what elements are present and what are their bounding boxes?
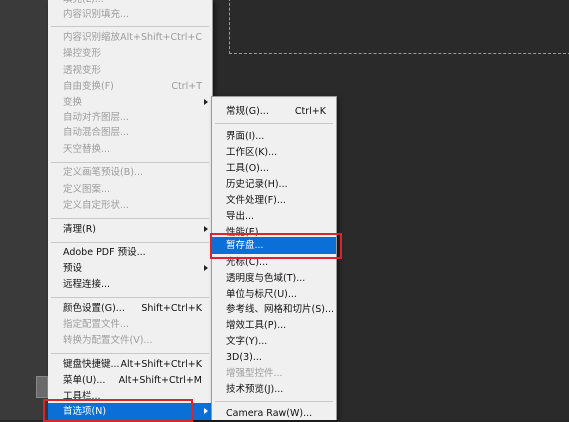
menu-item-define-pattern[interactable]: 定义图案...: [48, 181, 212, 198]
menu-item-puppet-warp[interactable]: 操控变形: [48, 45, 212, 62]
menu-item-adobe-pdf-presets[interactable]: Adobe PDF 预设...: [48, 244, 212, 261]
menu-separator: [51, 162, 209, 163]
edit-menu: 填充(L)... 内容识别填充... 内容识别缩放Alt+Shift+Ctrl+…: [48, 0, 213, 420]
submenu-item-technology-previews[interactable]: 技术预览(J)...: [212, 381, 336, 398]
menu-item-presets[interactable]: 预设: [48, 260, 212, 277]
menu-item-define-brush-preset[interactable]: 定义画笔预设(B)...: [48, 164, 212, 181]
tools-panel: [0, 0, 48, 420]
submenu-item-plugins[interactable]: 增效工具(P)...: [212, 317, 336, 334]
document-canvas: [229, 0, 569, 54]
menu-item-sky-replacement[interactable]: 天空替换...: [48, 141, 212, 158]
menu-separator: [51, 242, 209, 243]
submenu-arrow-icon: [204, 99, 208, 105]
submenu-item-workspace[interactable]: 工作区(K)...: [212, 144, 336, 161]
submenu-item-camera-raw[interactable]: Camera Raw(W)...: [212, 405, 336, 422]
submenu-item-tools[interactable]: 工具(O)...: [212, 160, 336, 177]
menu-item-purge[interactable]: 清理(R): [48, 221, 212, 238]
menu-item-convert-to-profile[interactable]: 转换为配置文件(V)...: [48, 332, 212, 349]
menu-item-keyboard-shortcuts[interactable]: 键盘快捷键... Alt+Shift+Ctrl+K: [48, 356, 212, 373]
annotation-highlight-preferences: [43, 399, 193, 422]
menu-separator: [215, 123, 333, 124]
menu-item-perspective-warp[interactable]: 透视变形: [48, 62, 212, 79]
submenu-arrow-icon: [204, 226, 208, 232]
submenu-arrow-icon: [204, 265, 208, 271]
menu-item-content-aware-scale[interactable]: 内容识别缩放 Alt+Shift+Ctrl+C: [48, 29, 212, 46]
menu-item-free-transform[interactable]: 自由变换(F) Ctrl+T: [48, 78, 212, 95]
submenu-item-history-log[interactable]: 历史记录(H)...: [212, 176, 336, 193]
submenu-item-3d[interactable]: 3D(3)...: [212, 349, 336, 366]
submenu-arrow-icon: [204, 408, 208, 414]
menu-separator: [51, 26, 209, 27]
menu-item-assign-profile[interactable]: 指定配置文件...: [48, 316, 212, 333]
menu-separator: [51, 353, 209, 354]
submenu-item-enhanced-controls[interactable]: 增强型控件...: [212, 365, 336, 382]
submenu-item-general[interactable]: 常规(G)... Ctrl+K: [212, 103, 336, 120]
annotation-highlight-scratch-disks: [210, 233, 342, 259]
submenu-item-transparency-gamut[interactable]: 透明度与色域(T)...: [212, 270, 336, 287]
submenu-item-export[interactable]: 导出...: [212, 208, 336, 225]
submenu-item-type[interactable]: 文字(Y)...: [212, 333, 336, 350]
menu-item-menus[interactable]: 菜单(U)... Alt+Shift+Ctrl+M: [48, 372, 212, 389]
menu-separator: [51, 218, 209, 219]
menu-item-content-aware-fill[interactable]: 内容识别填充...: [48, 6, 212, 23]
menu-item-color-settings[interactable]: 颜色设置(G)... Shift+Ctrl+K: [48, 300, 212, 317]
submenu-item-file-handling[interactable]: 文件处理(F)...: [212, 192, 336, 209]
menu-item-auto-blend-layers[interactable]: 自动混合图层...: [48, 124, 212, 141]
menu-item-define-custom-shape[interactable]: 定义自定形状...: [48, 197, 212, 214]
submenu-item-interface[interactable]: 界面(I)...: [212, 128, 336, 145]
submenu-item-guides-grid-slices[interactable]: 参考线、网格和切片(S)...: [212, 301, 336, 318]
menu-separator: [215, 401, 333, 402]
menu-item-remote-connections[interactable]: 远程连接...: [48, 276, 212, 293]
menu-separator: [51, 297, 209, 298]
tool-icon[interactable]: [36, 376, 48, 398]
